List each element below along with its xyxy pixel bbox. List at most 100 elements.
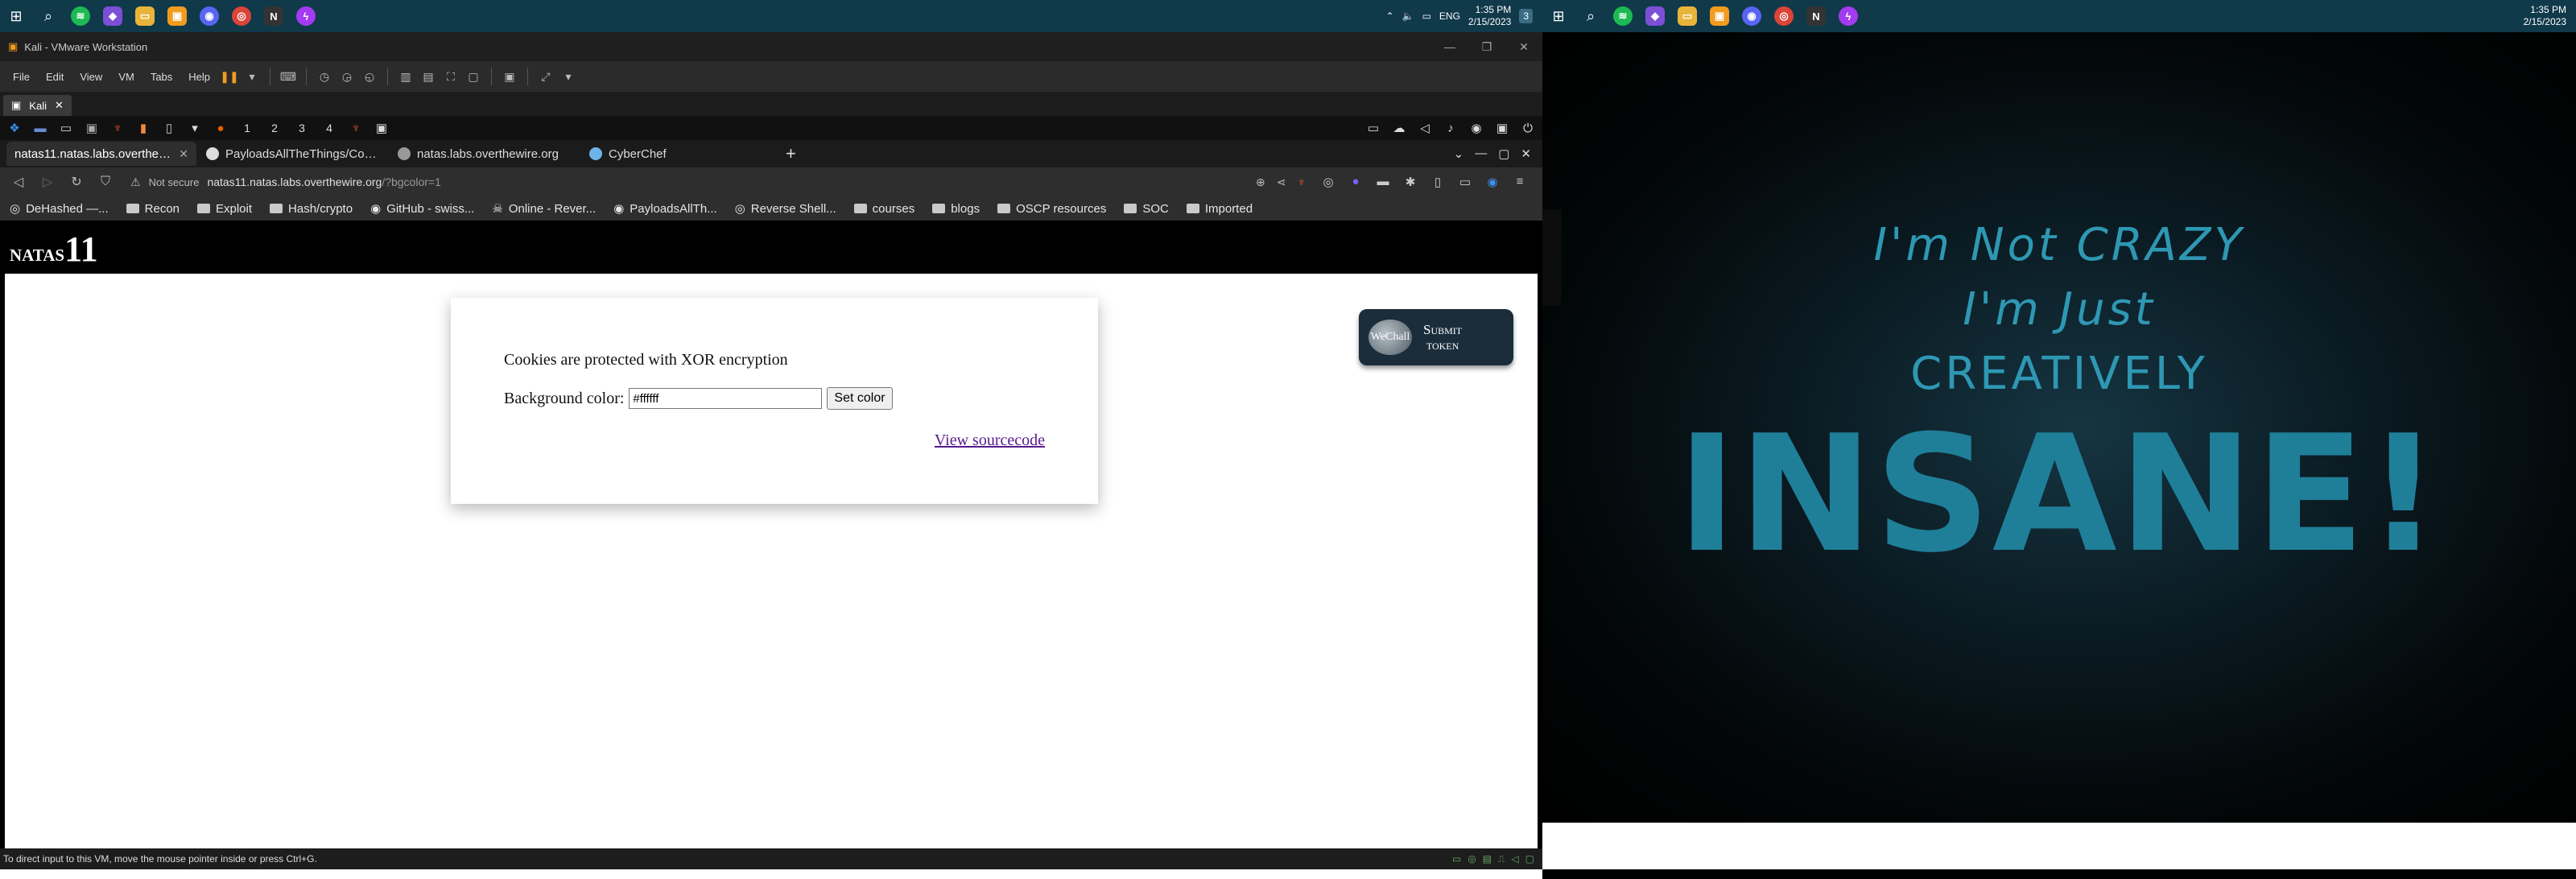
cloud-icon[interactable]: ☁ (1388, 118, 1410, 138)
workspace-1[interactable]: 1 (235, 122, 259, 134)
chrome-icon[interactable]: ◎ (1768, 0, 1800, 32)
library-icon[interactable]: ▥ (396, 67, 415, 86)
chevron-up-icon[interactable]: ⌃ (1386, 10, 1394, 22)
notion-icon[interactable]: N (258, 0, 290, 32)
taskbar-clock[interactable]: 1:35 PM 2/15/2023 (2524, 4, 2566, 28)
bookmark-item[interactable]: ◉ GitHub - swiss... (370, 201, 474, 217)
menu-help[interactable]: Help (182, 68, 217, 86)
network-icon[interactable]: ▭ (1422, 10, 1431, 22)
terminal-icon[interactable]: ▣ (80, 118, 103, 138)
menu-edit[interactable]: Edit (39, 68, 70, 86)
obsidian-icon[interactable]: ◆ (1639, 0, 1671, 32)
new-tab-icon[interactable]: + (786, 143, 796, 164)
display-icon[interactable]: ▭ (1362, 118, 1385, 138)
browser-tab[interactable]: CyberChef (581, 142, 771, 166)
chevron-down-icon[interactable]: ▾ (242, 67, 262, 86)
pause-icon[interactable]: ❚❚ (220, 67, 239, 86)
console-icon[interactable]: ▣ (500, 67, 519, 86)
vm-tab-kali[interactable]: ▣ Kali ✕ (3, 95, 72, 116)
wallet-icon[interactable]: ▭ (1455, 175, 1475, 189)
power-icon[interactable]: ⏻ (1517, 118, 1539, 138)
cd-icon[interactable]: ◎ (1468, 853, 1476, 865)
taskbar-clock[interactable]: 1:35 PM 2/15/2023 (1468, 4, 1511, 28)
brave-shields-icon[interactable]: ♆ (1298, 175, 1307, 189)
set-color-button[interactable]: Set color (827, 387, 893, 410)
back-icon[interactable]: ◁ (6, 170, 31, 194)
brave-icon[interactable]: ♆ (106, 118, 129, 138)
browser-tab[interactable]: PayloadsAllTheThings/Command Injection (198, 142, 388, 166)
puzzle-icon[interactable]: ✱ (1401, 175, 1420, 189)
usb-icon[interactable]: ⎍ (1498, 853, 1505, 865)
vmware-icon[interactable]: ▣ (1703, 0, 1736, 32)
bookmark-folder[interactable]: Imported (1186, 202, 1253, 216)
sound-icon[interactable]: ◁ (1511, 853, 1518, 865)
bookmark-item[interactable]: ☠ Online - Rever... (492, 201, 596, 217)
kali-menu-icon[interactable]: ❖ (3, 118, 26, 138)
spotify-icon[interactable]: ≋ (64, 0, 97, 32)
chevron-down-icon[interactable]: ⌄ (1454, 146, 1464, 161)
file-explorer-icon[interactable]: ▭ (1671, 0, 1703, 32)
bookmark-item[interactable]: ◎ Reverse Shell... (735, 201, 836, 217)
share-icon[interactable]: ⋖ (1277, 175, 1286, 189)
bookmark-folder[interactable]: SOC (1124, 202, 1169, 216)
send-keys-icon[interactable]: ⌨ (279, 67, 298, 86)
brave-window-icon[interactable]: ♆ (345, 118, 367, 138)
bell-icon[interactable]: ♪ (1439, 118, 1462, 138)
restore-icon[interactable]: ❐ (1468, 40, 1505, 54)
reload-icon[interactable]: ↻ (64, 170, 89, 194)
chevron-down-icon[interactable]: ▾ (559, 67, 578, 86)
menu-file[interactable]: File (6, 68, 36, 86)
bookmark-item[interactable]: ◉ PayloadsAllTh... (613, 201, 716, 217)
rewards-icon[interactable]: ◎ (1319, 175, 1338, 189)
bookmark-folder[interactable]: Recon (126, 202, 180, 216)
wechall-submit-button[interactable]: WeChall Submit token (1359, 309, 1513, 365)
forward-icon[interactable]: ▷ (35, 170, 60, 194)
sidebar-icon[interactable]: ▯ (1428, 175, 1447, 189)
bookmark-folder[interactable]: OSCP resources (997, 202, 1106, 216)
search-icon[interactable]: ⌕ (1575, 0, 1607, 32)
chevron-down-icon[interactable]: ▾ (184, 118, 206, 138)
hdd-icon[interactable]: ▭ (1452, 853, 1461, 865)
discord-icon[interactable]: ◉ (193, 0, 225, 32)
obsidian-icon[interactable]: ◆ (97, 0, 129, 32)
maximize-icon[interactable]: ▢ (1498, 146, 1509, 161)
vmware-icon[interactable]: ▣ (161, 0, 193, 32)
search-icon[interactable]: ⌕ (32, 0, 64, 32)
close-icon[interactable]: ✕ (1521, 146, 1531, 161)
fullscreen-icon[interactable]: ⛶ (441, 67, 460, 86)
menu-vm[interactable]: VM (112, 68, 141, 86)
snapshot-manager-icon[interactable]: ◵ (360, 67, 379, 86)
volume-icon[interactable]: ◁ (1414, 118, 1436, 138)
view-source-link[interactable]: View sourcecode (935, 431, 1045, 450)
minimize-icon[interactable]: — (1431, 40, 1468, 54)
firefox-icon[interactable]: ● (209, 118, 232, 138)
zoom-icon[interactable]: ⊕ (1256, 175, 1265, 189)
lock-icon[interactable]: ▣ (1491, 118, 1513, 138)
editor-icon[interactable]: ▯ (158, 118, 180, 138)
unity-icon[interactable]: ▢ (464, 67, 483, 86)
windows-start-icon[interactable]: ⊞ (0, 0, 32, 32)
workspace-4[interactable]: 4 (317, 122, 341, 134)
file-explorer-icon[interactable]: ▭ (129, 0, 161, 32)
files-icon[interactable]: ▭ (55, 118, 77, 138)
bookmark-folder[interactable]: Exploit (197, 202, 252, 216)
revert-snapshot-icon[interactable]: ◶ (337, 67, 357, 86)
notion-icon[interactable]: N (1800, 0, 1832, 32)
messenger-icon[interactable]: ϟ (1832, 0, 1864, 32)
extension-icon[interactable]: ▬ (1373, 175, 1393, 189)
bookmark-icon[interactable]: ⛉ (93, 170, 118, 194)
show-desktop-icon[interactable]: ▬ (29, 118, 52, 138)
windows-start-icon[interactable]: ⊞ (1542, 0, 1575, 32)
chrome-icon[interactable]: ◎ (225, 0, 258, 32)
extension-icon[interactable]: ● (1346, 175, 1365, 189)
close-icon[interactable]: ✕ (1505, 40, 1542, 54)
message-icon[interactable]: ▢ (1525, 853, 1534, 865)
thumbnail-icon[interactable]: ▤ (419, 67, 438, 86)
network-icon[interactable]: ▤ (1483, 853, 1492, 865)
menu-icon[interactable]: ≡ (1510, 175, 1530, 189)
snapshot-icon[interactable]: ◷ (315, 67, 334, 86)
menu-tabs[interactable]: Tabs (144, 68, 179, 86)
language-indicator[interactable]: ENG (1439, 10, 1460, 22)
bookmark-folder[interactable]: blogs (932, 202, 980, 216)
browser-tab[interactable]: natas11.natas.labs.overthewire.org ✕ (6, 142, 196, 166)
